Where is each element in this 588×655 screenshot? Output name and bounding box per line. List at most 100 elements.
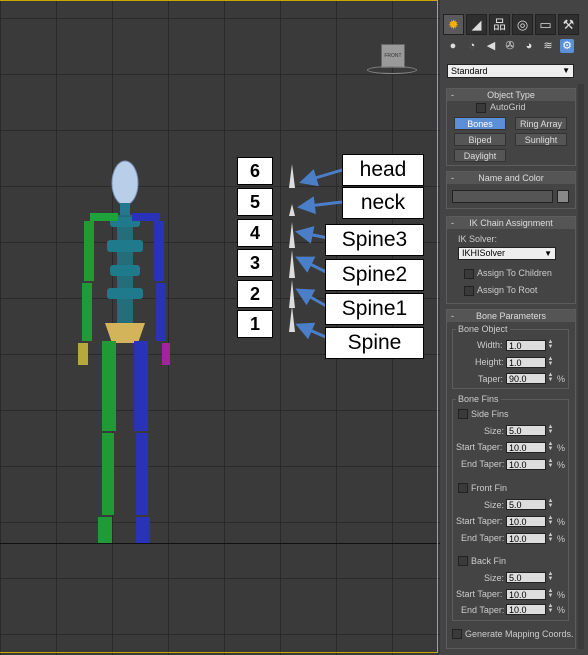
spinner-arrows-icon[interactable]: ▲ ▼ <box>547 458 554 470</box>
viewcube-ring[interactable] <box>367 66 417 74</box>
systems-icon: ⚙ <box>562 40 572 52</box>
display-tab[interactable]: ▭ <box>535 14 556 35</box>
callout-number-4: 4 <box>237 219 273 247</box>
generate-mapping-label: Generate Mapping Coords. <box>465 629 574 639</box>
create-icon: ✹ <box>448 17 459 32</box>
callout-label-neck: neck <box>342 187 424 219</box>
command-panel-tabs: ✹ ◢ 品 ◎ ▭ ⚒ <box>440 14 588 35</box>
spinner-arrows-icon[interactable]: ▲ ▼ <box>547 532 554 544</box>
callout-label-spine: Spine <box>325 327 424 359</box>
spacewarps-button[interactable]: ≋ <box>541 39 555 53</box>
spinner-arrows-icon[interactable]: ▲ ▼ <box>547 424 554 436</box>
ik-solver-value: IKHISolver <box>462 248 506 258</box>
assign-children-label: Assign To Children <box>477 268 552 278</box>
shapes-button[interactable]: ◔ <box>465 39 479 53</box>
spacewarps-icon: ≋ <box>543 40 553 52</box>
spinner-arrows-icon[interactable]: ▲ ▼ <box>547 339 554 351</box>
display-icon: ▭ <box>539 17 552 32</box>
spinner-arrows-icon[interactable]: ▲ ▼ <box>547 571 554 583</box>
bones-button[interactable]: Bones <box>454 117 506 130</box>
back-fin-end-taper-spinner[interactable]: 10.0 <box>506 604 546 615</box>
sunlight-button[interactable]: Sunlight <box>515 133 567 146</box>
spinner-arrows-icon[interactable]: ▲ ▼ <box>547 588 554 600</box>
back-fin-checkbox[interactable] <box>458 556 468 566</box>
callout-number-6: 6 <box>237 157 273 185</box>
create-subcategories: ● ◔ ◀ ✇ ◕ ≋ ⚙ <box>446 39 586 57</box>
biped-skeleton <box>78 160 170 543</box>
viewcube[interactable]: FRONT <box>367 44 417 74</box>
geometry-icon: ● <box>449 40 457 52</box>
back-fin-size-spinner[interactable]: 5.0 <box>506 572 546 583</box>
percent-label: % <box>557 374 566 384</box>
percent-label: % <box>557 605 566 615</box>
taper-spinner[interactable]: 90.0 <box>506 373 546 384</box>
back-fin-start-taper-spinner[interactable]: 10.0 <box>506 589 546 600</box>
geometry-button[interactable]: ● <box>446 39 460 53</box>
create-tab[interactable]: ✹ <box>443 14 464 35</box>
side-fins-start-taper-spinner[interactable]: 10.0 <box>506 442 546 453</box>
name-color-title: Name and Color <box>478 173 544 183</box>
cameras-button[interactable]: ✇ <box>503 39 517 53</box>
bone-parameters-title: Bone Parameters <box>475 311 547 321</box>
biped-button[interactable]: Biped <box>454 133 506 146</box>
bone-parameters-header[interactable]: - Bone Parameters <box>447 310 575 322</box>
side-fins-end-taper-spinner[interactable]: 10.0 <box>506 459 546 470</box>
spinner-arrows-icon[interactable]: ▲ ▼ <box>547 356 554 368</box>
front-fin-end-taper-label: End Taper: <box>461 533 505 543</box>
hierarchy-tab[interactable]: 品 <box>489 14 510 35</box>
name-color-header[interactable]: - Name and Color <box>447 172 575 184</box>
utilities-tab[interactable]: ⚒ <box>558 14 579 35</box>
object-type-header[interactable]: - Object Type <box>447 89 575 101</box>
spinner-arrows-icon[interactable]: ▲ ▼ <box>547 372 554 384</box>
generate-mapping-checkbox[interactable] <box>452 629 462 639</box>
callout-number-1: 1 <box>237 310 273 338</box>
front-fin-size-spinner[interactable]: 5.0 <box>506 499 546 510</box>
ik-chain-header[interactable]: - IK Chain Assignment <box>447 217 575 229</box>
hierarchy-icon: 品 <box>492 17 506 32</box>
helpers-button[interactable]: ◕ <box>522 39 536 53</box>
chevron-down-icon: ▼ <box>544 249 552 258</box>
percent-label: % <box>557 460 566 470</box>
utilities-icon: ⚒ <box>562 17 575 32</box>
front-fin-end-taper-spinner[interactable]: 10.0 <box>506 533 546 544</box>
assign-root-label: Assign To Root <box>477 285 538 295</box>
back-fin-size-label: Size: <box>484 573 505 583</box>
ik-solver-label: IK Solver: <box>458 234 498 244</box>
assign-root-checkbox[interactable] <box>464 286 474 296</box>
systems-button[interactable]: ⚙ <box>560 39 574 53</box>
spinner-arrows-icon[interactable]: ▲ ▼ <box>547 441 554 453</box>
chevron-down-icon: ▼ <box>562 66 570 75</box>
spinner-arrows-icon[interactable]: ▲ ▼ <box>547 603 554 615</box>
side-fins-label: Side Fins <box>471 409 509 419</box>
side-fins-size-spinner[interactable]: 5.0 <box>506 425 546 436</box>
side-fins-checkbox[interactable] <box>458 409 468 419</box>
panel-scrollbar[interactable] <box>578 84 584 649</box>
ring-array-button[interactable]: Ring Array <box>515 117 567 130</box>
callout-label-spine2: Spine2 <box>325 259 424 291</box>
modify-tab[interactable]: ◢ <box>466 14 487 35</box>
height-spinner[interactable]: 1.0 <box>506 357 546 368</box>
category-dropdown[interactable]: Standard ▼ <box>447 64 574 78</box>
callout-label-spine3: Spine3 <box>325 224 424 256</box>
front-fin-label: Front Fin <box>471 483 508 493</box>
width-spinner[interactable]: 1.0 <box>506 340 546 351</box>
front-fin-size-label: Size: <box>484 500 505 510</box>
front-fin-checkbox[interactable] <box>458 483 468 493</box>
viewport[interactable]: FRONT 6 5 4 3 2 1 head neck Spine3 Spine… <box>0 0 440 655</box>
head-bone <box>111 160 139 206</box>
pelvis <box>105 323 145 343</box>
ik-solver-dropdown[interactable]: IKHISolver ▼ <box>458 247 556 260</box>
object-name-field[interactable] <box>452 190 553 203</box>
back-fin-label: Back Fin <box>471 556 507 566</box>
percent-label: % <box>557 517 566 527</box>
lights-button[interactable]: ◀ <box>484 39 498 53</box>
viewcube-face[interactable]: FRONT <box>381 44 405 68</box>
front-fin-start-taper-spinner[interactable]: 10.0 <box>506 516 546 527</box>
daylight-button[interactable]: Daylight <box>454 149 506 162</box>
assign-children-checkbox[interactable] <box>464 269 474 279</box>
object-color-swatch[interactable] <box>557 190 569 203</box>
spinner-arrows-icon[interactable]: ▲ ▼ <box>547 515 554 527</box>
spinner-arrows-icon[interactable]: ▲ ▼ <box>547 498 554 510</box>
autogrid-checkbox[interactable] <box>476 103 486 113</box>
motion-tab[interactable]: ◎ <box>512 14 533 35</box>
